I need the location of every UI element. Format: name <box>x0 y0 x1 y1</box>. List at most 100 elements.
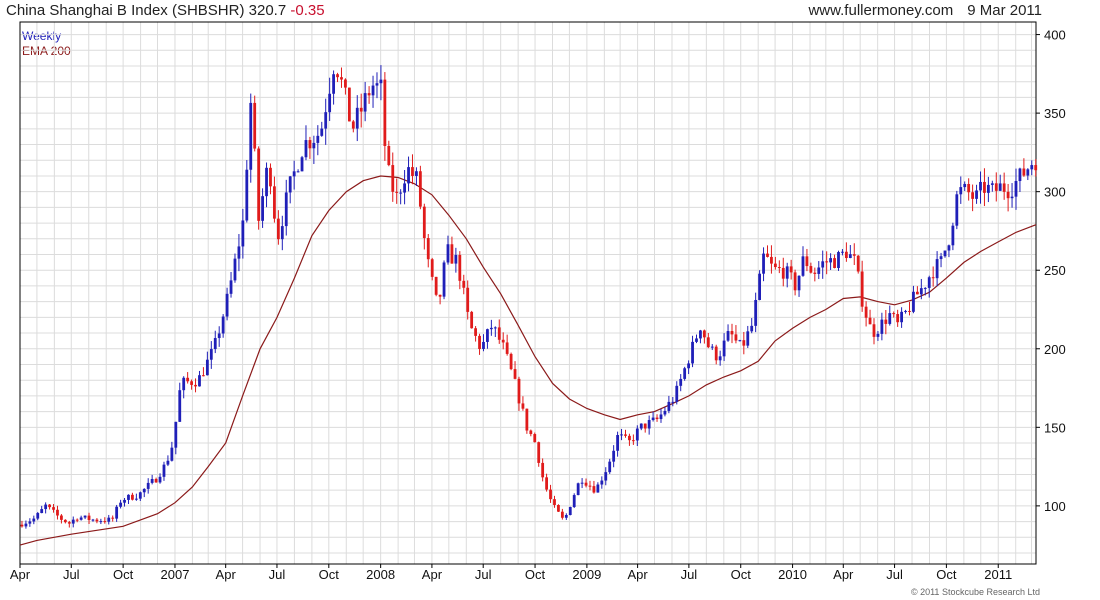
candle-body <box>489 327 493 330</box>
candle-body <box>1030 165 1034 170</box>
candle-body <box>564 515 568 518</box>
candle-body <box>592 486 596 493</box>
candle-body <box>675 385 679 402</box>
candle-body <box>852 254 856 256</box>
candle-body <box>833 258 836 268</box>
candle-body <box>501 339 505 343</box>
candle-body <box>83 515 87 518</box>
candle-body <box>935 259 939 279</box>
candle-body <box>347 87 351 122</box>
candle-body <box>245 169 249 221</box>
candle-body <box>1034 165 1038 171</box>
candle-body <box>430 259 434 277</box>
candle-body <box>273 186 276 219</box>
candle-body <box>545 477 548 490</box>
candle-body <box>340 77 343 80</box>
x-tick-label: Oct <box>731 567 752 582</box>
candle-body <box>699 330 702 339</box>
candle-body <box>809 266 813 273</box>
candle-body <box>71 519 75 524</box>
candle-body <box>770 256 773 264</box>
candle-body <box>60 515 63 520</box>
candle-body <box>560 511 564 518</box>
x-tick-label: 2009 <box>572 567 601 582</box>
candle-body <box>474 328 477 336</box>
candle-body <box>892 313 896 315</box>
candle-body <box>758 273 762 300</box>
candle-body <box>131 494 134 500</box>
candle-body <box>174 421 178 448</box>
candle-body <box>363 93 367 112</box>
candle-body <box>789 266 793 273</box>
candle-body <box>624 434 627 436</box>
candle-body <box>541 462 545 478</box>
candle-body <box>426 238 430 260</box>
candle-body <box>87 515 91 521</box>
candle-body <box>107 517 111 522</box>
candle-body <box>655 417 659 420</box>
candle-body <box>947 245 951 251</box>
candle-body <box>631 440 635 442</box>
x-tick-label: Jul <box>886 567 903 582</box>
candle-body <box>253 102 257 149</box>
candle-body <box>746 331 750 346</box>
candle-body <box>79 517 83 520</box>
candle-body <box>762 253 765 274</box>
candle-body <box>186 377 190 382</box>
candle-body <box>533 434 537 443</box>
x-tick-label: Jul <box>475 567 492 582</box>
candle-body <box>312 142 316 149</box>
candle-body <box>801 256 805 276</box>
candle-body <box>355 107 359 129</box>
candle-body <box>986 184 990 193</box>
candle-body <box>458 254 462 281</box>
candle-body <box>95 519 99 522</box>
candle-body <box>213 338 217 350</box>
candle-body <box>493 327 497 329</box>
candle-body <box>257 148 261 221</box>
candle-body <box>332 74 335 94</box>
candle-body <box>990 183 994 185</box>
candle-body <box>959 187 963 195</box>
candle-body <box>1018 168 1022 182</box>
candle-body <box>896 314 900 323</box>
candle-body <box>434 276 438 295</box>
candle-body <box>296 171 300 173</box>
candle-body <box>766 253 769 257</box>
candle-body <box>742 340 746 346</box>
candle-body <box>308 140 312 149</box>
candle-body <box>663 410 667 415</box>
candle-body <box>714 346 718 361</box>
candle-body <box>344 79 347 88</box>
candle-body <box>608 461 612 473</box>
candle-body <box>454 254 458 264</box>
candle-body <box>276 218 280 240</box>
candle-body <box>919 288 923 295</box>
candle-body <box>399 192 403 194</box>
candle-body <box>391 165 395 192</box>
candle-body <box>304 140 308 158</box>
candle-body <box>600 480 604 485</box>
candle-body <box>659 414 663 420</box>
candle-body <box>229 280 233 294</box>
candle-body <box>813 272 817 274</box>
candle-body <box>142 488 146 493</box>
candle-body <box>971 192 975 199</box>
candle-body <box>785 266 789 279</box>
candle-body <box>367 93 371 96</box>
x-tick-label: Jul <box>681 567 698 582</box>
candle-body <box>418 171 422 207</box>
copyright-notice: © 2011 Stockcube Research Ltd <box>910 587 1040 597</box>
candle-body <box>628 435 631 441</box>
candle-body <box>817 267 821 274</box>
candle-body <box>44 504 48 510</box>
candle-body <box>734 334 738 341</box>
candle-body <box>620 434 623 436</box>
candle-body <box>710 346 714 348</box>
candle-body <box>517 378 521 404</box>
candle-body <box>572 495 576 508</box>
candle-body <box>115 506 119 519</box>
candle-body <box>580 482 584 484</box>
candle-body <box>422 206 426 239</box>
candle-body <box>75 519 79 521</box>
